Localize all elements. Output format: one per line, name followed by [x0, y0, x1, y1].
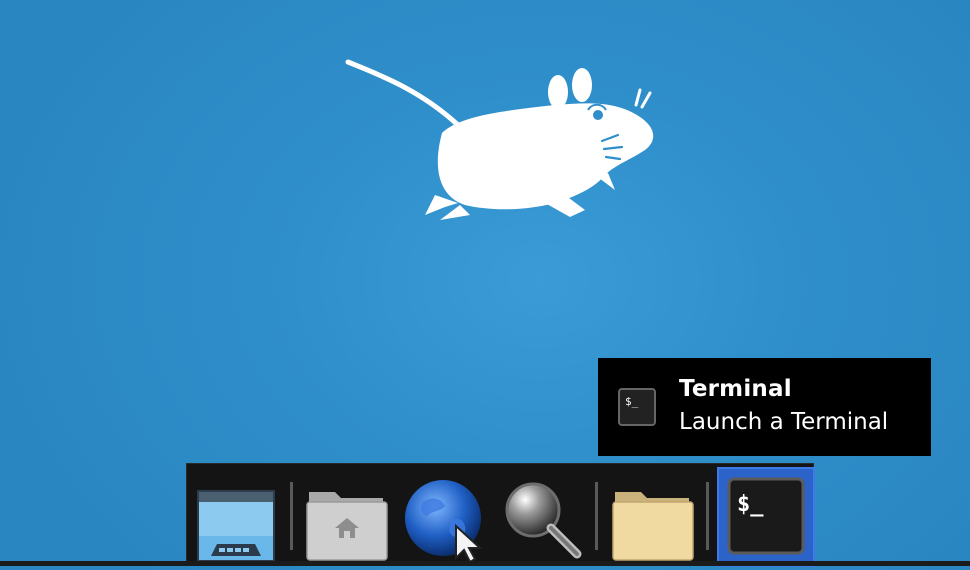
magnifier-icon — [505, 482, 582, 559]
desktop[interactable]: $_ Terminal Launch a Terminal $_ — [0, 0, 970, 567]
home-folder-icon — [306, 492, 388, 561]
dock-separator — [595, 482, 598, 550]
tooltip-title: Terminal — [679, 376, 792, 402]
terminal-icon: $_ — [618, 388, 656, 426]
dock-separator — [706, 482, 709, 550]
app-finder-button[interactable] — [499, 476, 589, 566]
screen-bottom-edge — [0, 561, 970, 566]
terminal-button[interactable]: $_ — [717, 467, 815, 567]
folder-icon — [612, 492, 694, 561]
dock-panel: $_ — [186, 463, 815, 567]
globe-icon — [405, 480, 483, 564]
tooltip-subtitle: Launch a Terminal — [679, 409, 889, 435]
web-browser-button[interactable] — [401, 476, 491, 566]
svg-text:$_: $_ — [737, 492, 764, 517]
svg-text:$_: $_ — [625, 395, 639, 408]
show-desktop-button[interactable] — [191, 476, 281, 566]
file-manager-button[interactable] — [607, 476, 697, 566]
dock-separator — [290, 482, 293, 550]
terminal-icon: $_ — [727, 477, 805, 555]
desktop-icon — [197, 490, 275, 562]
home-folder-button[interactable] — [301, 476, 391, 566]
xfce-mouse-icon — [345, 59, 654, 220]
tooltip-terminal: $_ Terminal Launch a Terminal — [598, 358, 931, 456]
